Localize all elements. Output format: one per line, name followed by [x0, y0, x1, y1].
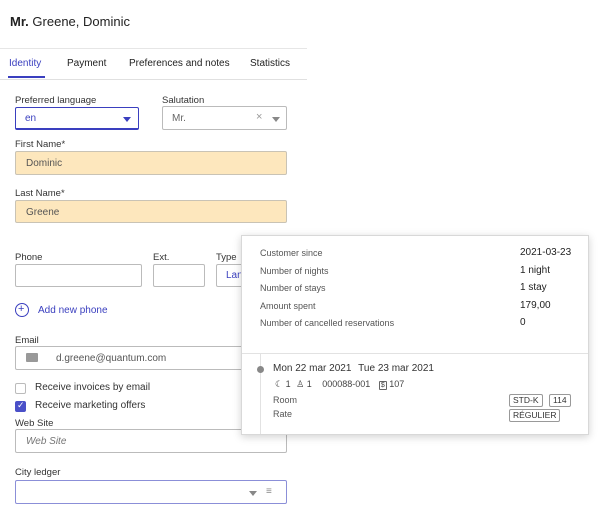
number-of-nights-value: 1 night: [520, 265, 551, 276]
chevron-down-icon: [272, 117, 280, 122]
receive-invoices-checkbox[interactable]: [15, 383, 26, 394]
customer-statistics-popup: Customer since 2021-03-23 Number of nigh…: [241, 235, 589, 435]
add-new-phone-link[interactable]: Add new phone: [38, 305, 108, 316]
tab-bar: Identity Payment Preferences and notes S…: [0, 48, 307, 80]
add-circle-icon[interactable]: +: [15, 303, 29, 317]
amount-spent-label: Amount spent: [260, 301, 316, 311]
checkmark-icon: ✓: [17, 400, 25, 410]
receive-marketing-checkbox[interactable]: ✓: [15, 400, 26, 412]
preferred-language-select[interactable]: en: [15, 107, 139, 130]
salutation-value: Mr.: [172, 113, 186, 124]
number-of-nights-label: Number of nights: [260, 266, 329, 276]
ext-input[interactable]: [153, 264, 205, 287]
rate-code-badge: RÉGULIER: [509, 409, 561, 422]
title-name: Greene, Dominic: [32, 14, 130, 29]
stay-details: ☾ 1 ♙ 1 000088-001 $ 107: [275, 379, 404, 390]
tab-payment[interactable]: Payment: [67, 58, 106, 69]
first-name-input[interactable]: Dominic: [15, 151, 287, 175]
type-label: Type: [216, 252, 237, 263]
stay-amount: 107: [389, 379, 405, 389]
number-of-stays-label: Number of stays: [260, 283, 326, 293]
number-of-stays-value: 1 stay: [520, 282, 547, 293]
envelope-icon: [26, 353, 38, 362]
phone-label: Phone: [15, 252, 43, 263]
page-title: Mr. Greene, Dominic: [10, 14, 130, 29]
guests-count: 1: [306, 379, 312, 389]
receive-invoices-label: Receive invoices by email: [35, 382, 151, 393]
title-salutation: Mr.: [10, 14, 29, 29]
rate-label: Rate: [273, 409, 293, 419]
chevron-down-icon: [249, 491, 257, 496]
active-tab-indicator: [8, 76, 45, 78]
customer-since-label: Customer since: [260, 248, 323, 258]
departure-day: Tue: [358, 363, 376, 374]
email-label: Email: [15, 335, 39, 346]
timeline-dot-icon: [257, 366, 264, 373]
money-icon: $: [378, 381, 387, 390]
filter-icon[interactable]: ≡: [266, 486, 272, 497]
stay-dates[interactable]: Mon 22 mar 2021 Tue 23 mar 2021: [273, 363, 434, 374]
city-ledger-label: City ledger: [15, 467, 61, 478]
nights-count: 1: [285, 379, 291, 389]
person-icon: ♙: [296, 379, 305, 389]
required-mark: *: [60, 188, 65, 199]
first-name-value: Dominic: [26, 158, 63, 169]
divider: [242, 353, 588, 354]
cancelled-reservations-value: 0: [520, 317, 526, 328]
last-name-label-text: Last Name: [15, 188, 61, 199]
reservation-number: 000088-001: [322, 379, 371, 389]
salutation-label: Salutation: [162, 95, 205, 106]
last-name-value: Greene: [26, 207, 60, 218]
preferred-language-label: Preferred language: [15, 95, 97, 106]
room-type-badge: STD-K: [509, 394, 543, 407]
room-number-badge: 114: [549, 394, 571, 407]
departure-date: 23 mar 2021: [377, 363, 434, 374]
salutation-select[interactable]: Mr. ×: [162, 106, 287, 130]
arrival-date: 22 mar 2021: [295, 363, 352, 374]
required-mark: *: [61, 139, 66, 150]
room-label: Room: [273, 395, 298, 405]
phone-input[interactable]: [15, 264, 142, 287]
customer-since-value: 2021-03-23: [520, 247, 572, 258]
tab-statistics[interactable]: Statistics: [250, 58, 290, 69]
arrival-day: Mon: [273, 363, 293, 374]
last-name-label: Last Name*: [15, 188, 65, 199]
amount-spent-value: 179,00: [520, 300, 551, 311]
cancelled-reservations-label: Number of cancelled reservations: [260, 318, 395, 328]
city-ledger-select[interactable]: ≡: [15, 480, 287, 504]
last-name-input[interactable]: Greene: [15, 200, 287, 223]
chevron-down-icon: [123, 117, 131, 122]
tab-preferences-and-notes[interactable]: Preferences and notes: [129, 58, 230, 69]
ext-label: Ext.: [153, 252, 170, 263]
preferred-language-value: en: [25, 113, 37, 124]
first-name-label-text: First Name: [15, 139, 62, 150]
first-name-label: First Name*: [15, 139, 65, 150]
website-label: Web Site: [15, 418, 54, 429]
receive-marketing-label: Receive marketing offers: [35, 400, 146, 411]
tab-identity[interactable]: Identity: [9, 58, 41, 69]
email-input[interactable]: d.greene@quantum.com: [15, 346, 255, 370]
moon-icon: ☾: [275, 379, 284, 389]
clear-icon[interactable]: ×: [256, 111, 262, 123]
email-value: d.greene@quantum.com: [56, 353, 167, 364]
